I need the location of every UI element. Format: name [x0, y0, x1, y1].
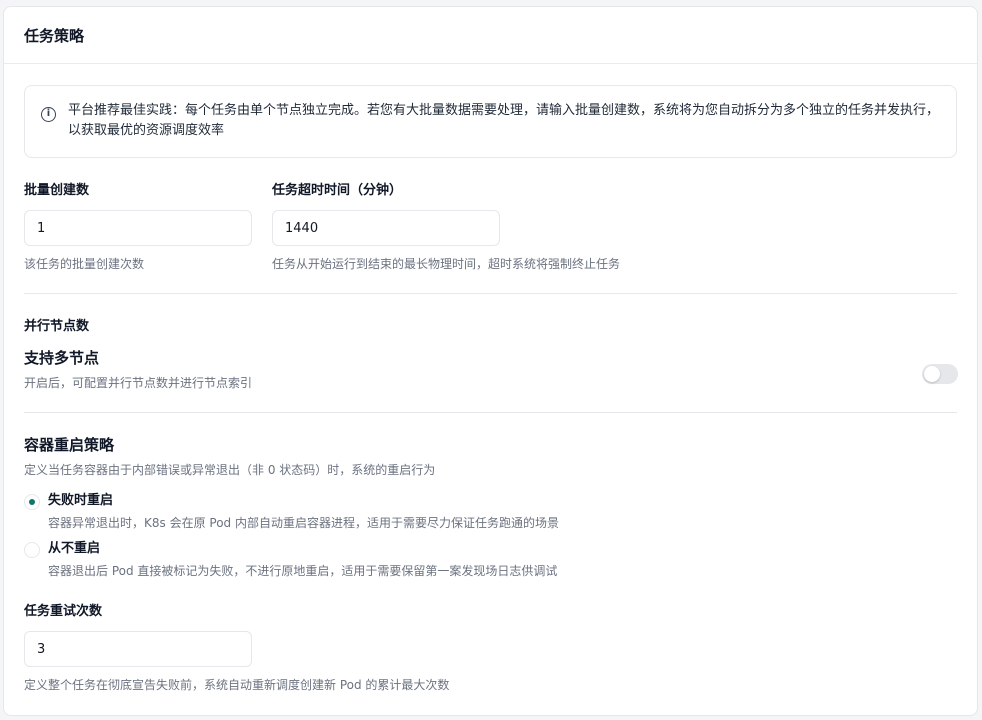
divider: [24, 293, 957, 294]
card-title: 任务策略: [24, 27, 85, 45]
retry-count-hint: 定义整个任务在彻底宣告失败前，系统自动重新调度创建新 Pod 的累计最大次数: [24, 678, 450, 692]
divider: [24, 412, 957, 413]
restart-policy-title: 容器重启策略: [24, 436, 115, 454]
restart-on-failure-label[interactable]: 失败时重启: [48, 492, 113, 510]
card-header: 任务策略: [4, 7, 977, 64]
timeout-input[interactable]: [272, 210, 500, 246]
batch-count-label: 批量创建数: [24, 183, 90, 198]
batch-count-input[interactable]: [24, 210, 252, 246]
timeout-hint: 任务从开始运行到结束的最长物理时间，超时系统将强制终止任务: [272, 257, 621, 271]
never-restart-desc: 容器退出后 Pod 直接被标记为失败，不进行原地重启，适用于需要保留第一案发现场…: [48, 564, 558, 578]
multi-node-toggle[interactable]: [922, 364, 958, 384]
never-restart-label[interactable]: 从不重启: [48, 540, 100, 558]
never-restart-radio[interactable]: [24, 542, 40, 558]
info-text: 平台推荐最佳实践：每个任务由单个节点独立完成。若您有大批量数据需要处理，请输入批…: [68, 103, 940, 138]
task-policy-card: 任务策略 i 平台推荐最佳实践：每个任务由单个节点独立完成。若您有大批量数据需要…: [3, 6, 978, 716]
retry-count-input[interactable]: [24, 631, 252, 667]
info-alert: i 平台推荐最佳实践：每个任务由单个节点独立完成。若您有大批量数据需要处理，请输…: [24, 85, 957, 158]
multi-node-hint: 开启后，可配置并行节点数并进行节点索引: [24, 376, 253, 390]
restart-policy-hint: 定义当任务容器由于内部错误或异常退出（非 0 状态码）时，系统的重启行为: [24, 463, 436, 477]
info-circle-icon: i: [41, 107, 56, 122]
toggle-knob: [924, 366, 940, 382]
parallel-nodes-label: 并行节点数: [24, 319, 90, 334]
restart-on-failure-desc: 容器异常退出时，K8s 会在原 Pod 内部自动重启容器进程，适用于需要尽力保证…: [48, 516, 559, 530]
multi-node-title: 支持多节点: [24, 349, 100, 367]
timeout-label: 任务超时时间（分钟）: [272, 183, 403, 198]
batch-count-hint: 该任务的批量创建次数: [24, 257, 145, 271]
restart-on-failure-radio[interactable]: [24, 494, 40, 510]
retry-count-label: 任务重试次数: [24, 604, 103, 619]
